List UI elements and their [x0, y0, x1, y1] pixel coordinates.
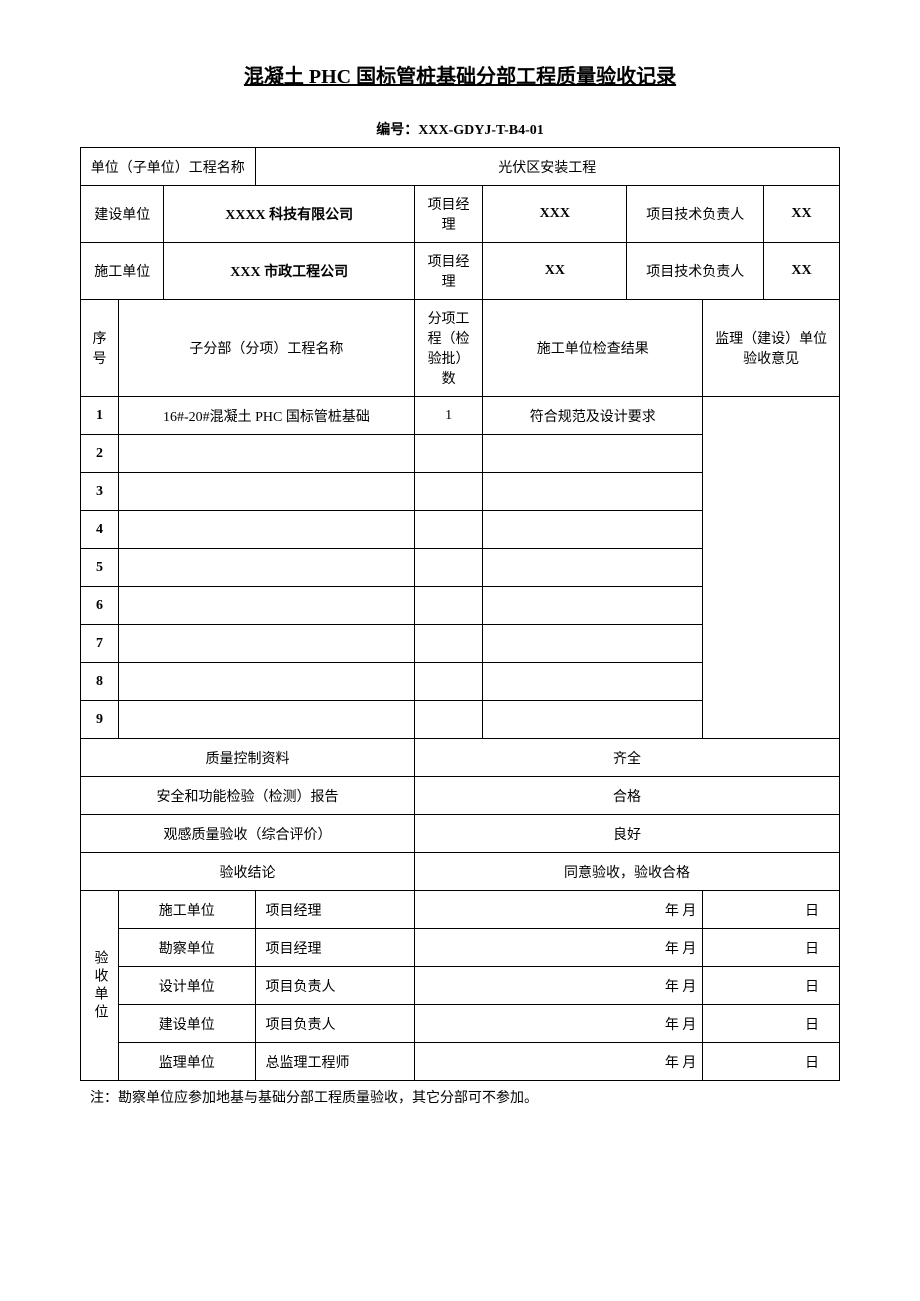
- col-result: 施工单位检查结果: [483, 300, 703, 397]
- row-name: [118, 435, 414, 473]
- doc-number-value: XXX-GDYJ-T-B4-01: [418, 123, 543, 138]
- col-opinion: 监理（建设）单位验收意见: [703, 300, 840, 397]
- sig-role: 项目经理: [255, 929, 414, 967]
- row-result: [483, 587, 703, 625]
- sig-date-ym: 年 月: [414, 929, 702, 967]
- doc-number-label: 编号：: [376, 123, 418, 138]
- row-result: [483, 435, 703, 473]
- contractor-label: 施工单位: [81, 243, 164, 300]
- sig-date-d: 日: [703, 1005, 840, 1043]
- qc-value: 齐全: [414, 739, 839, 777]
- row-seq: 4: [81, 511, 119, 549]
- row-name: [118, 549, 414, 587]
- conclusion-value: 同意验收，验收合格: [414, 853, 839, 891]
- sig-role: 项目负责人: [255, 967, 414, 1005]
- col-seq: 序号: [81, 300, 119, 397]
- row-result: [483, 625, 703, 663]
- sig-date-ym: 年 月: [414, 967, 702, 1005]
- row-seq: 8: [81, 663, 119, 701]
- row-batch: [414, 511, 482, 549]
- sig-role: 项目经理: [255, 891, 414, 929]
- row-name: [118, 625, 414, 663]
- safety-label: 安全和功能检验（检测）报告: [81, 777, 415, 815]
- sig-date-d: 日: [703, 891, 840, 929]
- opinion-cell: [703, 397, 840, 739]
- sig-date-d: 日: [703, 967, 840, 1005]
- row-batch: [414, 549, 482, 587]
- sig-org: 建设单位: [118, 1005, 255, 1043]
- contractor-pm: XX: [483, 243, 627, 300]
- sig-date-d: 日: [703, 1043, 840, 1081]
- tech-leader-label: 项目技术负责人: [627, 186, 764, 243]
- row-result: 符合规范及设计要求: [483, 397, 703, 435]
- row-batch: [414, 435, 482, 473]
- row-batch: [414, 473, 482, 511]
- row-name: [118, 701, 414, 739]
- table-row: 1 16#-20#混凝土 PHC 国标管桩基础 1 符合规范及设计要求: [81, 397, 840, 435]
- sig-org: 设计单位: [118, 967, 255, 1005]
- row-name: [118, 587, 414, 625]
- row-seq: 2: [81, 435, 119, 473]
- row-batch: [414, 587, 482, 625]
- builder-tech: XX: [764, 186, 840, 243]
- footnote: 注：勘察单位应参加地基与基础分部工程质量验收，其它分部可不参加。: [80, 1087, 840, 1107]
- contractor-tech: XX: [764, 243, 840, 300]
- page-title: 混凝土 PHC 国标管桩基础分部工程质量验收记录: [80, 60, 840, 89]
- row-result: [483, 511, 703, 549]
- row-seq: 6: [81, 587, 119, 625]
- accept-unit-label: 验收单位: [81, 891, 119, 1081]
- builder-value: XXXX 科技有限公司: [164, 186, 414, 243]
- row-result: [483, 549, 703, 587]
- row-result: [483, 701, 703, 739]
- row-result: [483, 663, 703, 701]
- row-result: [483, 473, 703, 511]
- row-seq: 3: [81, 473, 119, 511]
- row-seq: 1: [81, 397, 119, 435]
- acceptance-table: 单位（子单位）工程名称 光伏区安装工程 建设单位 XXXX 科技有限公司 项目经…: [80, 147, 840, 1081]
- pm-label: 项目经理: [414, 186, 482, 243]
- row-name: 16#-20#混凝土 PHC 国标管桩基础: [118, 397, 414, 435]
- qc-label: 质量控制资料: [81, 739, 415, 777]
- visual-value: 良好: [414, 815, 839, 853]
- sig-date-ym: 年 月: [414, 1043, 702, 1081]
- row-batch: [414, 625, 482, 663]
- row-seq: 5: [81, 549, 119, 587]
- unit-name-label: 单位（子单位）工程名称: [81, 148, 256, 186]
- sig-role: 总监理工程师: [255, 1043, 414, 1081]
- builder-pm: XXX: [483, 186, 627, 243]
- row-batch: [414, 663, 482, 701]
- col-subname: 子分部（分项）工程名称: [118, 300, 414, 397]
- row-name: [118, 511, 414, 549]
- sig-org: 监理单位: [118, 1043, 255, 1081]
- visual-label: 观感质量验收（综合评价）: [81, 815, 415, 853]
- col-batch: 分项工程（检验批）数: [414, 300, 482, 397]
- pm-label-2: 项目经理: [414, 243, 482, 300]
- sig-date-d: 日: [703, 929, 840, 967]
- tech-leader-label-2: 项目技术负责人: [627, 243, 764, 300]
- sig-org: 勘察单位: [118, 929, 255, 967]
- row-batch: 1: [414, 397, 482, 435]
- row-seq: 9: [81, 701, 119, 739]
- row-batch: [414, 701, 482, 739]
- conclusion-label: 验收结论: [81, 853, 415, 891]
- sig-role: 项目负责人: [255, 1005, 414, 1043]
- unit-name-value: 光伏区安装工程: [255, 148, 839, 186]
- doc-number: 编号：XXX-GDYJ-T-B4-01: [80, 119, 840, 139]
- row-seq: 7: [81, 625, 119, 663]
- sig-date-ym: 年 月: [414, 1005, 702, 1043]
- sig-org: 施工单位: [118, 891, 255, 929]
- row-name: [118, 663, 414, 701]
- builder-label: 建设单位: [81, 186, 164, 243]
- row-name: [118, 473, 414, 511]
- contractor-value: XXX 市政工程公司: [164, 243, 414, 300]
- sig-date-ym: 年 月: [414, 891, 702, 929]
- safety-value: 合格: [414, 777, 839, 815]
